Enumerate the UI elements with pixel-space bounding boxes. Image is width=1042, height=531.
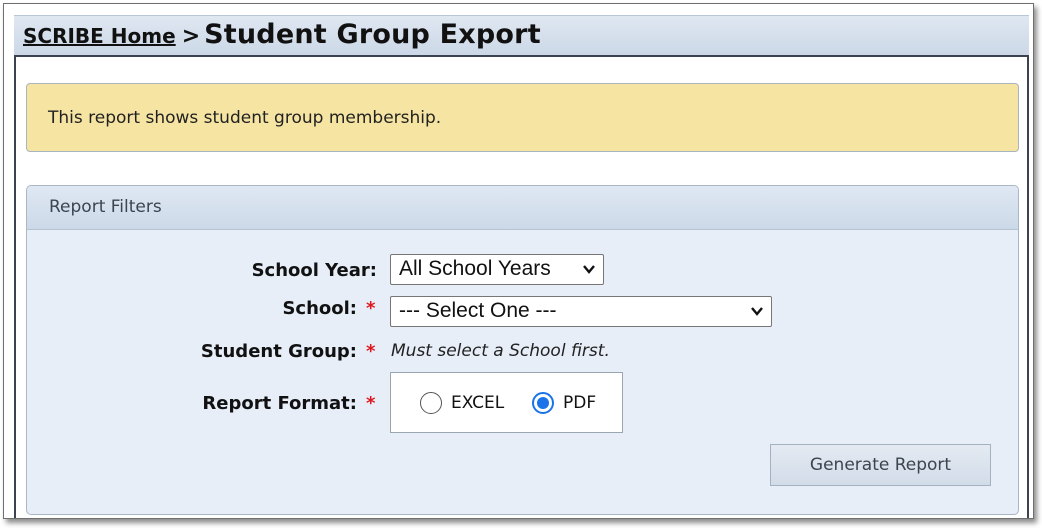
pdf-radio-label[interactable]: PDF: [563, 393, 596, 413]
school-year-select[interactable]: All School Years: [390, 254, 604, 285]
school-label: School:: [282, 298, 357, 319]
home-link[interactable]: SCRIBE Home: [23, 24, 176, 48]
chevron-down-icon: [751, 307, 763, 316]
school-required-mark: *: [366, 298, 376, 319]
title-bar: SCRIBE Home > Student Group Export: [14, 15, 1029, 57]
excel-radio[interactable]: [420, 392, 442, 414]
excel-radio-label[interactable]: EXCEL: [451, 393, 504, 413]
report-window: SCRIBE Home > Student Group Export This re…: [3, 3, 1034, 519]
school-year-value: All School Years: [399, 257, 551, 280]
filters-header: Report Filters: [27, 186, 1018, 230]
generate-report-button[interactable]: Generate Report: [770, 444, 991, 486]
school-select[interactable]: --- Select One ---: [390, 296, 772, 327]
content-border-left: [14, 57, 16, 518]
report-format-label: Report Format:: [202, 393, 357, 414]
info-message-box: This report shows student group membersh…: [26, 83, 1019, 152]
breadcrumb-separator: >: [181, 24, 201, 49]
student-group-hint: Must select a School first.: [391, 341, 610, 361]
content-border-right: [1027, 57, 1029, 518]
page-title: Student Group Export: [204, 19, 541, 50]
report-format-required-mark: *: [366, 393, 376, 414]
student-group-label: Student Group:: [200, 341, 357, 362]
report-format-group: EXCEL PDF: [390, 372, 623, 433]
student-group-required-mark: *: [366, 341, 376, 362]
school-year-label: School Year:: [251, 260, 377, 281]
chevron-down-icon: [583, 265, 595, 274]
info-message: This report shows student group membersh…: [48, 108, 442, 128]
report-filters-panel: Report Filters School Year: All School Y…: [26, 185, 1019, 515]
filters-title: Report Filters: [49, 197, 162, 217]
pdf-radio[interactable]: [532, 392, 554, 414]
breadcrumb: SCRIBE Home > Student Group Export: [23, 19, 541, 50]
school-value: --- Select One ---: [399, 299, 557, 322]
